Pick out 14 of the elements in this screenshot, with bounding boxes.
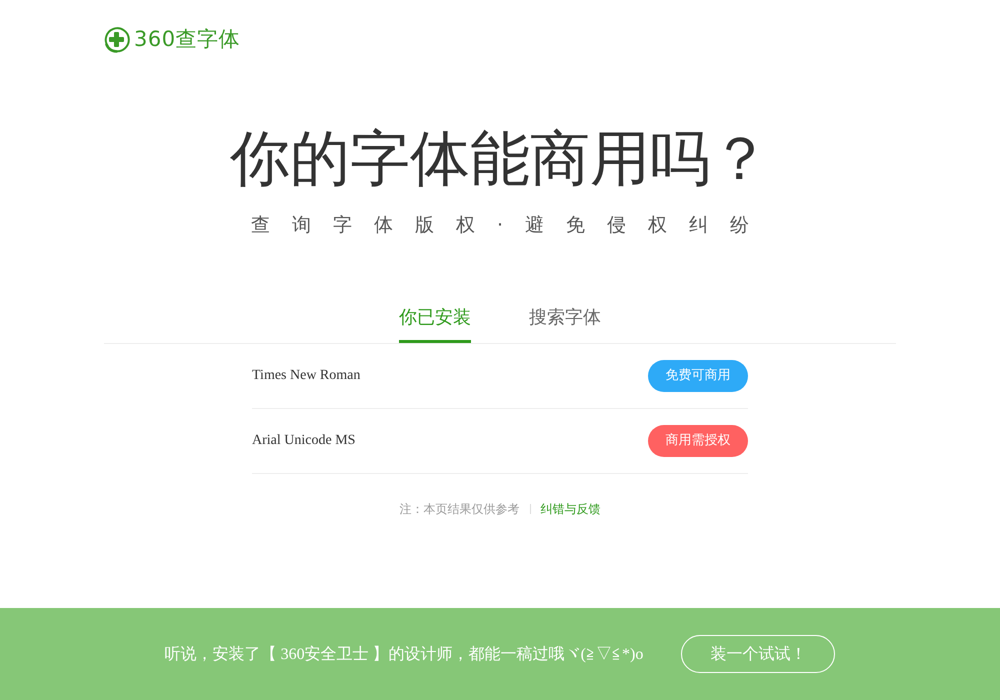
tab[interactable]: 搜索字体 xyxy=(529,305,601,343)
font-name: Times New Roman xyxy=(252,368,360,384)
font-name: Arial Unicode MS xyxy=(252,433,356,449)
hero-subtitle: 查询字体版权·避免侵权纠纷 xyxy=(250,213,772,237)
license-badge: 商用需授权 xyxy=(648,425,748,457)
promo-text: 听说，安装了【 360安全卫士 】的设计师，都能一稿过哦ヾ(≧▽≦*)o xyxy=(164,644,644,664)
logo-text: 360查字体 xyxy=(134,26,240,53)
note-text: 注：本页结果仅供参考 xyxy=(400,501,520,518)
feedback-link[interactable]: 纠错与反馈 xyxy=(540,500,600,518)
install-button[interactable]: 装一个试试！ xyxy=(681,635,836,673)
hero-title: 你的字体能商用吗？ xyxy=(230,123,770,195)
logo-icon xyxy=(103,26,130,53)
license-badge: 免费可商用 xyxy=(648,360,748,392)
tab[interactable]: 你已安装 xyxy=(399,305,471,343)
